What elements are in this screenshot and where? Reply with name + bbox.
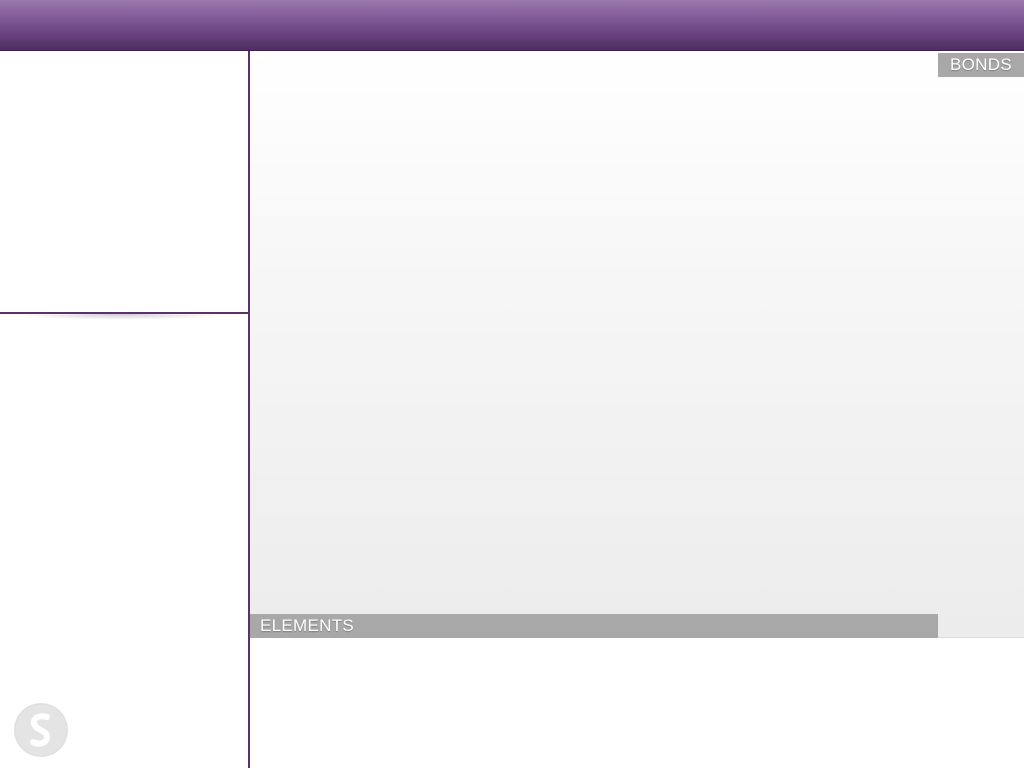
sidebar-bottom-panel <box>0 314 248 768</box>
sidebar-top-panel <box>0 51 248 312</box>
app-window: BONDS ELEMENTS <box>0 0 1024 768</box>
header-bar <box>0 0 1024 51</box>
sidebar <box>0 51 248 768</box>
bonds-tab[interactable]: BONDS <box>938 53 1024 77</box>
drawing-canvas[interactable] <box>250 51 1024 638</box>
elements-tab[interactable]: ELEMENTS <box>250 614 938 638</box>
s-logo-icon <box>14 703 68 757</box>
s-logo-graphic <box>14 703 68 757</box>
sidebar-divider-shadow <box>10 314 230 320</box>
elements-panel <box>250 638 1024 768</box>
